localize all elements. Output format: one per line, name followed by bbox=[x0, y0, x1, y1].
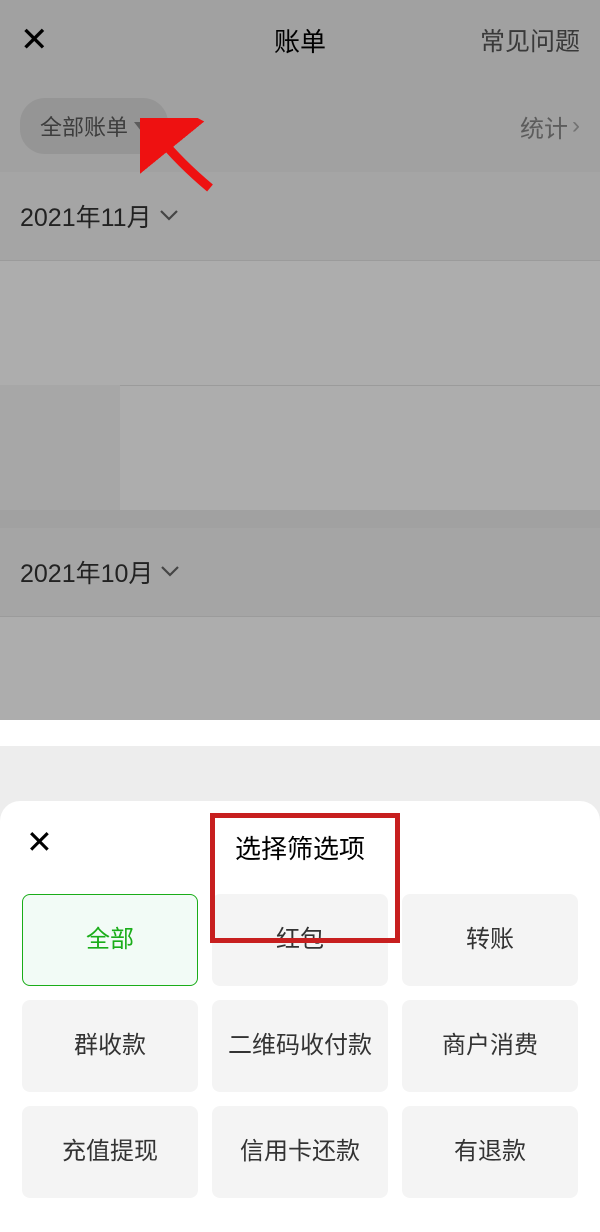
triangle-down-icon bbox=[134, 122, 148, 131]
filter-bottom-sheet: ✕ 选择筛选项 全部 红包 转账 群收款 二维码收付款 商户消费 充值提现 信用… bbox=[0, 801, 600, 1232]
sheet-title: 选择筛选项 bbox=[235, 829, 365, 866]
transaction-row-placeholder bbox=[0, 616, 600, 746]
sheet-close-icon[interactable]: ✕ bbox=[26, 823, 53, 861]
filter-dropdown-label: 全部账单 bbox=[40, 110, 128, 142]
section-gap bbox=[0, 510, 600, 528]
month-label-1: 2021年10月 bbox=[20, 554, 153, 590]
filter-option-group-collect[interactable]: 群收款 bbox=[22, 1000, 198, 1092]
filter-option-refund[interactable]: 有退款 bbox=[402, 1106, 578, 1198]
sheet-header: ✕ 选择筛选项 bbox=[12, 825, 588, 894]
faq-link[interactable]: 常见问题 bbox=[480, 22, 580, 58]
transaction-row-placeholder bbox=[0, 260, 600, 385]
filter-option-transfer[interactable]: 转账 bbox=[402, 894, 578, 986]
filter-option-merchant[interactable]: 商户消费 bbox=[402, 1000, 578, 1092]
close-icon[interactable]: ✕ bbox=[20, 20, 49, 60]
month-label-0: 2021年11月 bbox=[20, 198, 152, 234]
chevron-down-icon bbox=[160, 210, 178, 222]
stats-link[interactable]: 统计 › bbox=[520, 109, 580, 144]
chevron-right-icon: › bbox=[572, 112, 580, 140]
filter-bar: 全部账单 统计 › bbox=[0, 80, 600, 172]
filter-option-recharge[interactable]: 充值提现 bbox=[22, 1106, 198, 1198]
transaction-row-placeholder bbox=[120, 385, 600, 510]
filter-dropdown-button[interactable]: 全部账单 bbox=[20, 98, 168, 154]
filter-option-qrcode[interactable]: 二维码收付款 bbox=[212, 1000, 388, 1092]
filter-option-hongbao[interactable]: 红包 bbox=[212, 894, 388, 986]
filter-option-creditcard[interactable]: 信用卡还款 bbox=[212, 1106, 388, 1198]
month-section-0: 2021年11月 bbox=[0, 172, 600, 510]
filter-option-all[interactable]: 全部 bbox=[22, 894, 198, 986]
filter-options-grid: 全部 红包 转账 群收款 二维码收付款 商户消费 充值提现 信用卡还款 有退款 bbox=[12, 894, 588, 1198]
page-title: 账单 bbox=[274, 22, 326, 59]
month-header-1[interactable]: 2021年10月 bbox=[0, 528, 600, 616]
chevron-down-icon bbox=[161, 566, 179, 578]
stats-label: 统计 bbox=[520, 109, 568, 144]
month-section-1: 2021年10月 bbox=[0, 528, 600, 746]
month-header-0[interactable]: 2021年11月 bbox=[0, 172, 600, 260]
header-bar: ✕ 账单 常见问题 bbox=[0, 0, 600, 80]
